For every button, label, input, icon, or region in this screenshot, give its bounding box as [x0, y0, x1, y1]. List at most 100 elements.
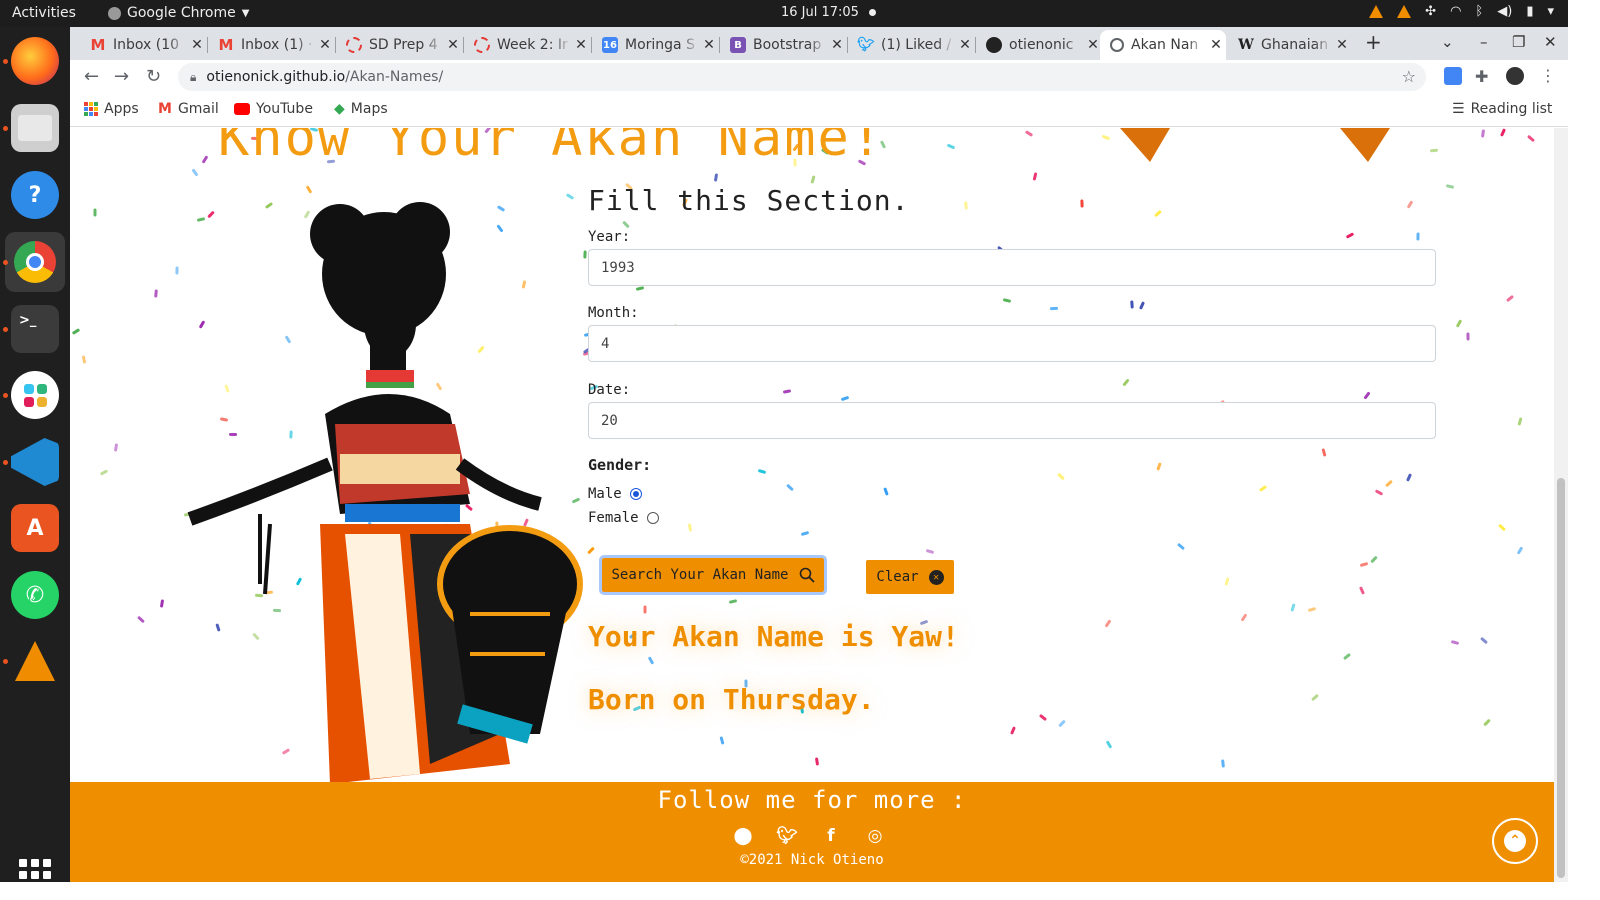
scrollbar-thumb[interactable]: [1557, 478, 1565, 878]
forward-icon[interactable]: →: [114, 66, 129, 87]
vscode-icon[interactable]: [11, 438, 59, 486]
instagram-icon[interactable]: ◎: [865, 826, 885, 846]
reading-list[interactable]: ☰ Reading list: [1452, 101, 1552, 117]
bookmark-apps[interactable]: Apps: [84, 101, 139, 117]
tab-akan-names[interactable]: Akan Nan ✕: [1100, 30, 1226, 60]
bookmark-label: Maps: [350, 101, 388, 117]
extension-icon[interactable]: [1444, 67, 1462, 85]
network-icon[interactable]: ✣: [1425, 4, 1436, 19]
gmail-icon: M: [158, 101, 172, 117]
bookmark-gmail[interactable]: M Gmail: [158, 101, 219, 117]
clock[interactable]: 16 Jul 17:05: [781, 5, 876, 20]
profile-avatar[interactable]: [1506, 67, 1524, 85]
close-icon[interactable]: ✕: [1206, 37, 1226, 53]
confetti-piece: [622, 220, 630, 229]
male-radio[interactable]: [629, 488, 642, 500]
confetti-piece: [1307, 606, 1317, 613]
bookmark-maps[interactable]: ◆ Maps: [334, 101, 388, 117]
clear-button[interactable]: Clear ✕: [866, 560, 954, 594]
chrome-icon[interactable]: [5, 232, 65, 292]
github-icon[interactable]: ⬤: [733, 826, 753, 846]
close-icon[interactable]: ✕: [827, 37, 847, 53]
confetti-piece: [1105, 740, 1113, 749]
date-input[interactable]: [588, 402, 1436, 439]
tab-search-icon[interactable]: ⌄: [1441, 33, 1454, 51]
tab-bootstrap[interactable]: B Bootstrap ✕: [720, 30, 847, 60]
bookmark-youtube[interactable]: YouTube: [234, 101, 313, 117]
system-tray[interactable]: ✣ ◠ ᛒ ◀) ▮ ▾: [1369, 4, 1554, 19]
files-icon[interactable]: [11, 104, 59, 152]
confetti-piece: [159, 599, 165, 608]
confetti-piece: [1224, 577, 1230, 586]
search-akan-name-button[interactable]: Search Your Akan Name: [599, 555, 827, 595]
facebook-icon[interactable]: f: [821, 826, 841, 846]
moringa-icon: [346, 37, 362, 53]
female-radio[interactable]: [646, 512, 659, 524]
close-icon[interactable]: ✕: [1332, 37, 1352, 53]
month-input[interactable]: [588, 325, 1436, 362]
tab-twitter[interactable]: 🐦︎ (1) Liked / ✕: [848, 30, 975, 60]
copyright: ©2021 Nick Otieno: [740, 852, 884, 868]
tab-moringa[interactable]: 16 Moringa S ✕: [592, 30, 719, 60]
vlc-icon[interactable]: [11, 637, 59, 685]
tab-week-2[interactable]: Week 2: Ir ✕: [464, 30, 591, 60]
bluetooth-icon[interactable]: ᛒ: [1475, 4, 1483, 19]
tab-inbox-1[interactable]: M Inbox (10 ✕: [80, 30, 207, 60]
extensions-puzzle-icon[interactable]: ✚: [1475, 67, 1493, 86]
lock-icon[interactable]: 🔒︎: [190, 70, 196, 85]
gender-option-male[interactable]: Male: [588, 486, 642, 502]
close-icon[interactable]: ✕: [699, 37, 719, 53]
close-icon[interactable]: ✕: [955, 37, 975, 53]
vlc-tray-icon[interactable]: [1369, 5, 1384, 18]
menu-icon[interactable]: ⋮: [1540, 66, 1556, 85]
tab-sd-prep[interactable]: SD Prep 4 ✕: [336, 30, 463, 60]
tab-inbox-2[interactable]: M Inbox (1) · ✕: [208, 30, 335, 60]
bookmark-star-icon[interactable]: ☆: [1402, 67, 1416, 86]
reading-list-icon: ☰: [1452, 101, 1465, 117]
app-grid-icon[interactable]: [19, 859, 51, 891]
reload-icon[interactable]: ↻: [146, 66, 161, 87]
tab-label: Bootstrap: [753, 37, 822, 53]
year-input[interactable]: [588, 249, 1436, 286]
page-scrollbar[interactable]: [1554, 128, 1568, 882]
back-to-top-button[interactable]: ⌃: [1492, 818, 1538, 864]
activities-button[interactable]: Activities: [12, 5, 76, 21]
chrome-small-icon: [108, 6, 121, 20]
volume-icon[interactable]: ◀): [1497, 4, 1512, 19]
wifi-icon[interactable]: ◠: [1450, 4, 1461, 19]
confetti-piece: [1363, 391, 1371, 400]
confetti-piece: [925, 548, 935, 555]
power-menu-icon[interactable]: ▾: [1547, 4, 1554, 19]
tab-github[interactable]: otienonic ✕: [976, 30, 1103, 60]
confetti-piece: [1359, 561, 1369, 568]
apps-grid-icon: [84, 102, 98, 116]
close-icon[interactable]: ✕: [187, 37, 207, 53]
close-window-icon[interactable]: ✕: [1544, 33, 1557, 51]
minimize-icon[interactable]: –: [1480, 33, 1488, 51]
software-icon[interactable]: A: [11, 504, 59, 552]
address-bar[interactable]: 🔒︎ otienonick.github.io/Akan-Names/ ☆: [178, 63, 1426, 91]
battery-icon[interactable]: ▮: [1526, 4, 1533, 19]
app-menu[interactable]: Google Chrome ▼: [108, 5, 249, 21]
confetti-piece: [814, 757, 820, 766]
whatsapp-icon[interactable]: ✆: [11, 571, 59, 619]
tab-label: (1) Liked /: [881, 37, 952, 53]
firefox-icon[interactable]: [11, 37, 59, 85]
new-tab-icon[interactable]: +: [1365, 30, 1382, 54]
maximize-icon[interactable]: ❐: [1512, 33, 1525, 51]
confetti-piece: [1374, 489, 1384, 496]
terminal-icon[interactable]: >_: [11, 305, 59, 353]
twitter-icon[interactable]: 🐦︎: [776, 826, 798, 846]
vlc-tray-icon-2[interactable]: [1397, 5, 1412, 18]
chevron-up-icon: ⌃: [1504, 830, 1526, 852]
close-icon[interactable]: ✕: [315, 37, 335, 53]
confetti-piece: [713, 173, 719, 182]
back-icon[interactable]: ←: [84, 66, 99, 87]
tab-ghanaian[interactable]: W Ghanaian ✕: [1228, 30, 1352, 60]
tab-strip: M Inbox (10 ✕ M Inbox (1) · ✕ SD Prep 4 …: [70, 27, 1568, 60]
slack-icon[interactable]: [11, 371, 59, 419]
help-icon[interactable]: ?: [11, 171, 59, 219]
close-icon[interactable]: ✕: [443, 37, 463, 53]
close-icon[interactable]: ✕: [571, 37, 591, 53]
gender-option-female[interactable]: Female: [588, 510, 659, 526]
